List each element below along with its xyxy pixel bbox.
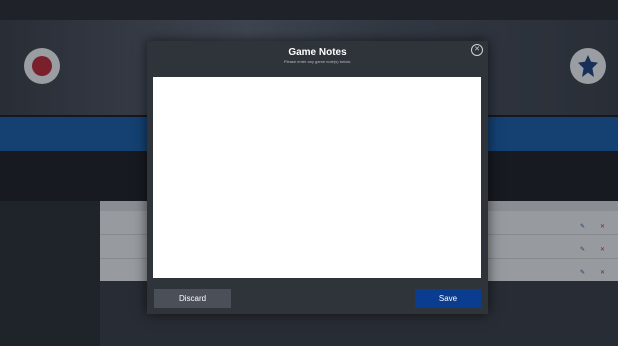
close-icon[interactable]: ✕ <box>471 44 483 56</box>
game-notes-modal: Game Notes Please enter any game note(s)… <box>147 41 488 314</box>
game-notes-textarea[interactable] <box>153 77 481 278</box>
modal-title: Game Notes <box>288 47 347 58</box>
modal-subtitle: Please enter any game note(s) below. <box>283 59 352 64</box>
discard-button[interactable]: Discard <box>154 289 231 308</box>
save-button[interactable]: Save <box>415 289 481 308</box>
